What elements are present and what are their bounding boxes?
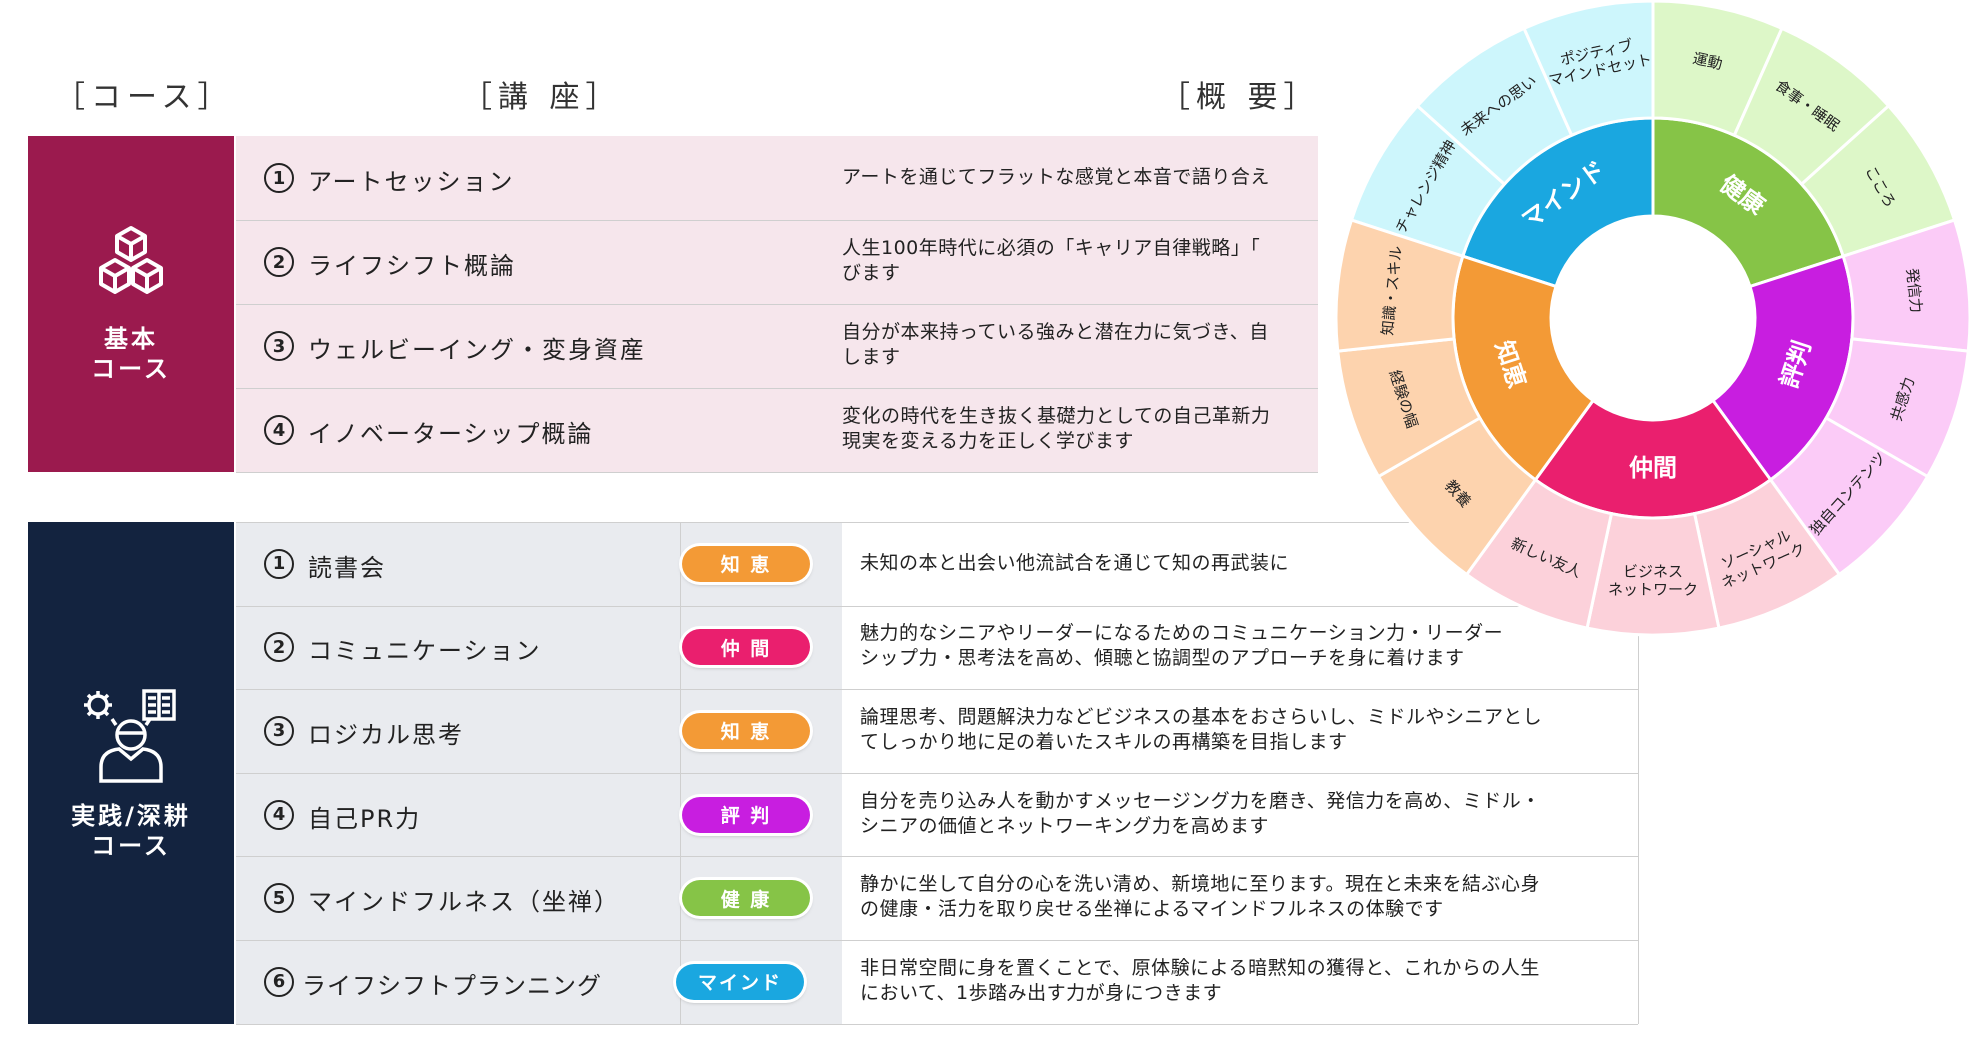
basic-course-block: 基本 コース 1 アートセッション アートを通じてフラットな感覚と本音で語り合え 2 ラ… bbox=[28, 136, 1318, 473]
header-course: ［コース］ bbox=[55, 80, 234, 115]
header-summary: ［概 要］ bbox=[1160, 80, 1320, 115]
course-summary: 人生100年時代に必須の「キャリア自律戦略」「 びます bbox=[842, 237, 1261, 284]
course-summary: 非日常空間に身を置くことで、原体験による暗黙知の獲得と、これからの人生 において… bbox=[860, 956, 1540, 1004]
category-tag: マインド bbox=[676, 963, 804, 1000]
basic-course-row[interactable]: 4 イノベーターシップ概論 変化の時代を生き抜く基礎力としての自己革新力 現実を変え… bbox=[236, 388, 1318, 473]
practice-course-row[interactable]: 3 ロジカル思考 知 恵 論理思考、問題解決力などビジネスの基本をおさらいし、ミドルや… bbox=[236, 689, 1638, 774]
course-summary: 自分が本来持っている強みと潜在力に気づき、自 します bbox=[842, 321, 1269, 368]
course-title: マインドフルネス（坐禅） bbox=[308, 888, 620, 917]
wheel-inner-label: 仲間 bbox=[1629, 454, 1677, 482]
course-summary: 静かに坐して自分の心を洗い清め、新境地に至ります。現在と未来を結ぶ心身 の健康・… bbox=[860, 873, 1541, 921]
category-tag: 知 恵 bbox=[682, 712, 810, 749]
row-number-badge: 1 bbox=[264, 163, 294, 193]
course-title: ロジカル思考 bbox=[308, 720, 464, 749]
wheel-center bbox=[1553, 218, 1753, 418]
category-tag: 健 康 bbox=[682, 880, 810, 917]
row-number-badge: 6 bbox=[264, 966, 294, 997]
row-number-badge: 2 bbox=[264, 247, 294, 277]
course-title: 読書会 bbox=[308, 553, 386, 582]
row-number-badge: 1 bbox=[264, 548, 294, 579]
course-summary: 自分を売り込み人を動かすメッセージング力を磨き、発信力を高め、ミドル・ シニアの… bbox=[860, 789, 1541, 837]
category-tag: 評 判 bbox=[682, 796, 810, 833]
cubes-icon bbox=[99, 226, 163, 294]
practice-course-row[interactable]: 5 マインドフルネス（坐禅） 健 康 静かに坐して自分の心を洗い清め、新境地に至ります… bbox=[236, 856, 1638, 941]
course-summary: 未知の本と出会い他流試合を通じて知の再武装に bbox=[860, 551, 1290, 574]
course-summary: 論理思考、問題解決力などビジネスの基本をおさらいし、ミドルやシニアとし てしっか… bbox=[860, 705, 1543, 753]
course-summary: 変化の時代を生き抜く基礎力としての自己革新力 現実を変える力を正しく学びます bbox=[842, 405, 1271, 452]
course-title: コミュニケーション bbox=[308, 637, 542, 666]
basic-course-label-panel: 基本 コース bbox=[28, 136, 234, 472]
basic-course-row[interactable]: 2 ライフシフト概論 人生100年時代に必須の「キャリア自律戦略」「 びます bbox=[236, 220, 1318, 305]
basic-course-label: 基本 コース bbox=[91, 325, 171, 383]
course-title: ライフシフト概論 bbox=[308, 252, 516, 280]
practice-course-row[interactable]: 4 自己PR力 評 判 自分を売り込み人を動かすメッセージング力を磨き、発信力を高め、… bbox=[236, 773, 1638, 858]
row-number-badge: 4 bbox=[264, 415, 294, 445]
practice-course-label-panel: 実践/深耕 コース bbox=[28, 522, 234, 1024]
basic-course-row[interactable]: 3 ウェルビーイング・変身資産 自分が本来持っている強みと潜在力に気づき、自 します bbox=[236, 304, 1318, 389]
row-number-badge: 5 bbox=[264, 883, 294, 914]
course-title: ウェルビーイング・変身資産 bbox=[308, 336, 646, 364]
row-number-badge: 3 bbox=[264, 715, 294, 746]
header-lecture: ［講 座］ bbox=[462, 80, 622, 115]
course-title: 自己PR力 bbox=[308, 804, 422, 833]
course-title: ライフシフトプランニング bbox=[302, 971, 602, 1000]
row-number-badge: 4 bbox=[264, 799, 294, 830]
basic-course-row[interactable]: 1 アートセッション アートを通じてフラットな感覚と本音で語り合え bbox=[236, 136, 1318, 221]
person-gear-icon bbox=[84, 689, 176, 783]
row-number-badge: 2 bbox=[264, 632, 294, 663]
row-number-badge: 3 bbox=[264, 331, 294, 361]
practice-course-row[interactable]: 6 ライフシフトプランニング マインド 非日常空間に身を置くことで、原体験による暗黙知… bbox=[236, 940, 1638, 1025]
category-tag: 仲 間 bbox=[682, 629, 810, 666]
course-summary: アートを通じてフラットな感覚と本音で語り合え bbox=[842, 166, 1270, 188]
practice-course-label: 実践/深耕 コース bbox=[71, 802, 191, 860]
course-title: イノベーターシップ概論 bbox=[308, 420, 594, 448]
category-tag: 知 恵 bbox=[682, 545, 810, 582]
course-title: アートセッション bbox=[308, 168, 515, 196]
sunburst-wheel: マインドチャレンジ精神未来への思いポジティブマインドセット健康運動食事・睡眠ここ… bbox=[1334, 0, 1972, 637]
